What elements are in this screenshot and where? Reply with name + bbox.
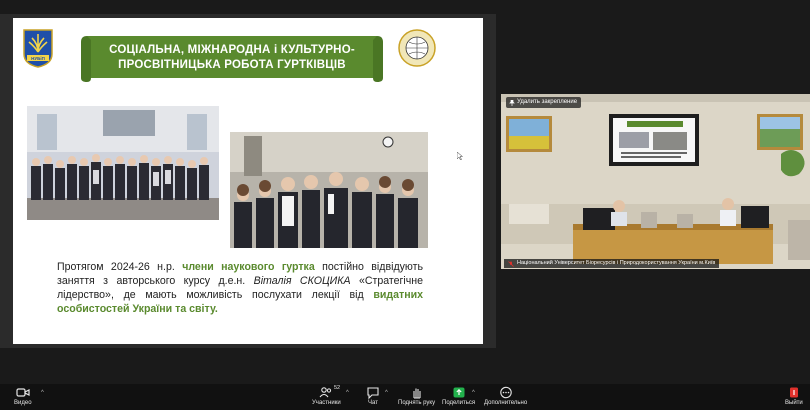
pinned-video-tile[interactable]: Удалить закрепление Національний Універс… xyxy=(501,94,810,269)
chat-button[interactable]: Чат xyxy=(366,386,380,406)
slide-description: Протягом 2024-26 н.р. члени наукового гу… xyxy=(57,260,423,316)
raise-hand-icon xyxy=(412,388,421,399)
raise-hand-button[interactable]: Поднять руку xyxy=(398,386,435,406)
pin-icon xyxy=(509,99,515,106)
more-button[interactable]: Дополнительно xyxy=(484,386,527,406)
chat-label: Чат xyxy=(368,400,378,406)
share-options-chevron-icon[interactable]: ^ xyxy=(472,390,475,396)
leave-meeting-button[interactable]: Выйти xyxy=(785,386,803,406)
participants-icon xyxy=(319,387,332,398)
university-logo: НУБіП xyxy=(23,29,53,68)
zoom-meeting-window: НУБіП СОЦІАЛЬНА, МІЖНАРОДНА і КУЛЬТУРНО-… xyxy=(0,0,810,410)
group-photo-hall xyxy=(27,106,219,220)
share-label: Поделиться xyxy=(442,400,476,406)
text-segment: Протягом 2024-26 н.р. xyxy=(57,261,183,273)
share-screen-icon xyxy=(453,387,465,398)
raise-hand-label: Поднять руку xyxy=(398,400,436,406)
participant-name-tag: Національний Університет Біоресурсів і П… xyxy=(504,259,720,268)
text-segment-highlight: члени наукового гуртка xyxy=(182,261,315,273)
presentation-slide: НУБіП СОЦІАЛЬНА, МІЖНАРОДНА і КУЛЬТУРНО-… xyxy=(13,18,483,344)
mouse-cursor-icon xyxy=(457,152,463,160)
chat-bubble-icon xyxy=(367,387,379,399)
text-segment-italic: Віталія СКОЦИКА xyxy=(253,275,351,287)
department-logo xyxy=(398,29,436,67)
more-label: Дополнительно xyxy=(484,400,528,406)
more-options-icon xyxy=(499,386,512,399)
chat-options-chevron-icon[interactable]: ^ xyxy=(385,390,388,396)
video-button[interactable]: Видео xyxy=(14,386,32,406)
participants-count: 52 xyxy=(334,385,341,391)
slide-title-banner: СОЦІАЛЬНА, МІЖНАРОДНА і КУЛЬТУРНО- ПРОСВ… xyxy=(79,32,385,84)
meeting-toolbar: Видео ^ Участники 52 ^ Чат ^ Поднять рук… xyxy=(0,384,810,410)
leave-label: Выйти xyxy=(785,400,803,406)
share-screen-button[interactable]: Поделиться xyxy=(442,386,475,406)
conference-room-feed xyxy=(501,94,810,269)
participants-options-chevron-icon[interactable]: ^ xyxy=(346,390,349,396)
svg-text:НУБіП: НУБіП xyxy=(31,56,45,61)
muted-mic-icon xyxy=(508,260,514,267)
unpin-button[interactable]: Удалить закрепление xyxy=(506,97,582,108)
video-label: Видео xyxy=(14,400,32,406)
video-options-chevron-icon[interactable]: ^ xyxy=(41,390,44,396)
leave-icon xyxy=(789,387,798,398)
participant-name: Національний Університет Біоресурсів і П… xyxy=(517,260,716,266)
unpin-label: Удалить закрепление xyxy=(517,99,578,105)
group-photo-with-speaker xyxy=(230,132,428,248)
shared-screen: НУБіП СОЦІАЛЬНА, МІЖНАРОДНА і КУЛЬТУРНО-… xyxy=(0,14,496,348)
slide-title-line1: СОЦІАЛЬНА, МІЖНАРОДНА і КУЛЬТУРНО- xyxy=(109,44,355,56)
slide-title-line2: ПРОСВІТНИЦЬКА РОБОТА ГУРТКІВЦІВ xyxy=(118,59,346,71)
participants-label: Участники xyxy=(312,400,341,406)
video-camera-icon xyxy=(16,388,30,397)
